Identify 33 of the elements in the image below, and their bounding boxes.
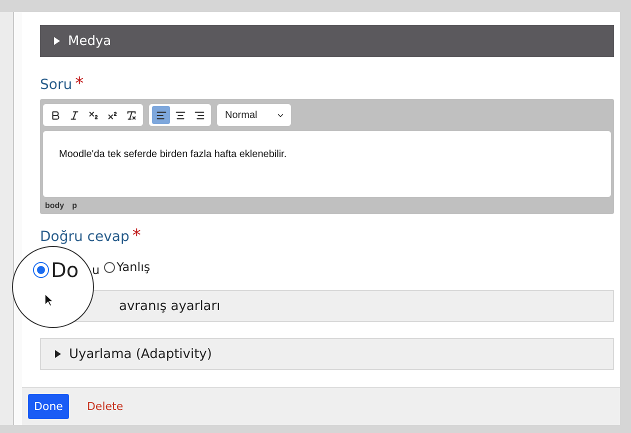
align-left-icon (156, 110, 166, 120)
section-title: Medya (68, 34, 112, 48)
field-label: Soru (40, 77, 72, 93)
media-section-header[interactable]: Medya (40, 25, 614, 57)
done-button[interactable]: Done (28, 394, 69, 419)
align-left-button[interactable] (152, 106, 170, 124)
question-text: Moodle'da tek seferde birden fazla hafta eklenebilir. (59, 149, 287, 160)
option-label-fragment: u (92, 263, 100, 277)
delete-button[interactable]: Delete (80, 394, 130, 419)
caret-icon (55, 350, 61, 358)
caret-icon (54, 37, 60, 45)
cursor-icon (44, 293, 54, 307)
format-dropdown[interactable]: Normal (217, 104, 291, 126)
italic-icon (68, 110, 80, 120)
align-right-icon (194, 110, 204, 120)
editor-text-area[interactable]: Moodle'da tek seferde birden fazla hafta eklenebilir. (43, 131, 611, 197)
collapsible-section[interactable]: Uyarlama (Adaptivity) (40, 338, 614, 370)
align-center-icon (174, 110, 186, 120)
superscript-icon (106, 110, 118, 120)
bold-icon (50, 110, 60, 120)
section-title: avranış ayarları (119, 298, 220, 314)
radio-button[interactable] (33, 262, 49, 278)
field-label: Doğru cevap (40, 229, 130, 245)
option-label: Do (51, 259, 79, 281)
section-title: Uyarlama (Adaptivity) (69, 346, 212, 362)
radio-button[interactable] (104, 262, 115, 272)
required-mark: * (75, 77, 84, 91)
radio-option[interactable]: Yanlış (104, 260, 150, 274)
element-path-item[interactable]: p (72, 201, 77, 210)
required-mark: * (132, 229, 141, 243)
subscript-icon (88, 110, 98, 120)
element-path-item[interactable]: body (45, 201, 64, 210)
clear-icon (126, 110, 136, 120)
